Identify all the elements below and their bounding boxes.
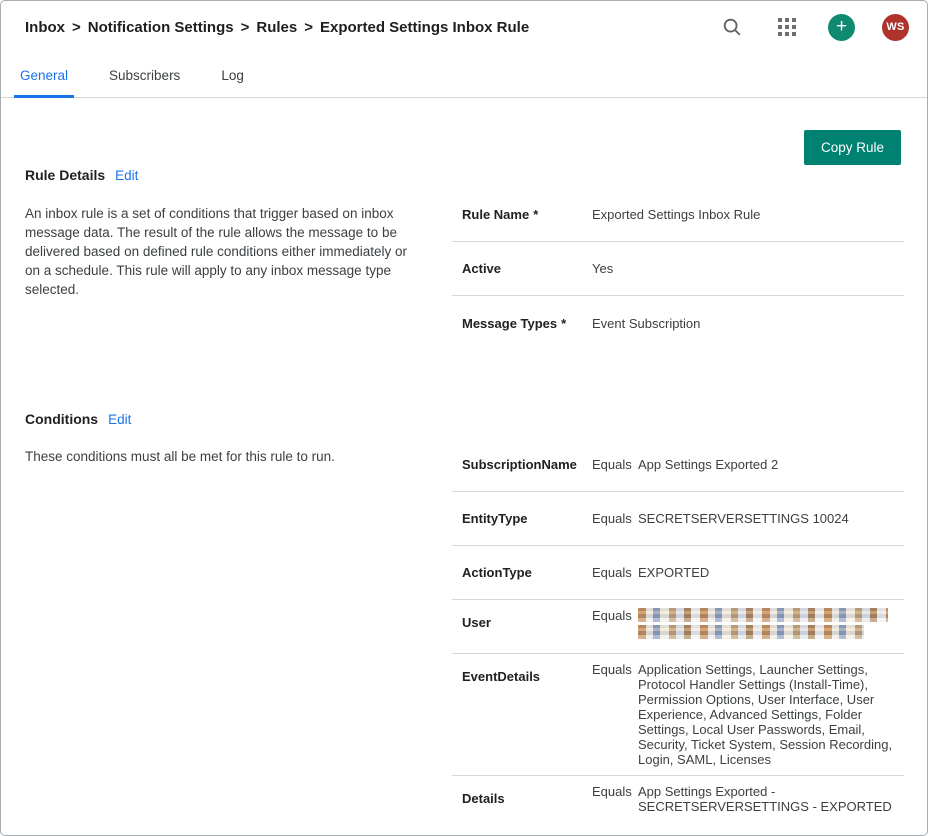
left-column: Rule Details Edit An inbox rule is a set… <box>1 98 429 836</box>
conditions-edit-link[interactable]: Edit <box>108 412 131 427</box>
breadcrumb-item-inbox[interactable]: Inbox <box>25 19 65 36</box>
condition-field: SubscriptionName <box>462 457 592 472</box>
condition-value: Application Settings, Launcher Settings,… <box>638 662 904 767</box>
field-value: Exported Settings Inbox Rule <box>592 206 904 223</box>
breadcrumb-separator: > <box>241 19 250 36</box>
redacted-pixelated-text <box>638 625 864 639</box>
condition-operator: Equals <box>592 784 638 799</box>
condition-field: EntityType <box>462 511 592 526</box>
rule-details-section-header: Rule Details Edit <box>25 167 421 183</box>
condition-row-user: User Equals <box>452 600 904 654</box>
field-row-rule-name: Rule Name* Exported Settings Inbox Rule <box>452 188 904 242</box>
tab-bar: General Subscribers Log <box>1 53 927 98</box>
field-label: Active <box>462 261 592 276</box>
condition-value: App Settings Exported 2 <box>638 457 904 472</box>
redacted-pixelated-text <box>638 608 888 622</box>
condition-operator: Equals <box>592 608 638 623</box>
condition-row-eventdetails: EventDetails Equals Application Settings… <box>452 654 904 776</box>
breadcrumb-item-current-rule: Exported Settings Inbox Rule <box>320 19 529 36</box>
condition-operator: Equals <box>592 662 638 677</box>
breadcrumb-separator: > <box>72 19 81 36</box>
breadcrumb-item-rules[interactable]: Rules <box>256 19 297 36</box>
required-marker: * <box>561 316 566 331</box>
condition-field: Details <box>462 784 592 806</box>
page-content: Copy Rule Rule Details Edit An inbox rul… <box>1 98 927 836</box>
top-header: Inbox > Notification Settings > Rules > Export… <box>1 1 927 53</box>
field-row-message-types: Message Types* Event Subscription <box>452 296 904 350</box>
condition-value: EXPORTED <box>638 565 904 580</box>
breadcrumb-item-notification-settings[interactable]: Notification Settings <box>88 19 234 36</box>
field-label: Message Types* <box>462 316 592 331</box>
condition-row-details: Details Equals App Settings Exported - S… <box>452 776 904 830</box>
rule-details-edit-link[interactable]: Edit <box>115 168 138 183</box>
condition-row-actiontype: ActionType Equals EXPORTED <box>452 546 904 600</box>
conditions-section-header: Conditions Edit <box>25 411 421 427</box>
search-icon[interactable] <box>718 13 746 41</box>
conditions-title: Conditions <box>25 411 98 427</box>
condition-field: ActionType <box>462 565 592 580</box>
field-value: Yes <box>592 260 904 277</box>
tab-subscribers[interactable]: Subscribers <box>103 53 186 97</box>
add-button[interactable]: + <box>828 14 855 41</box>
conditions-rows: SubscriptionName Equals App Settings Exp… <box>452 438 904 830</box>
copy-rule-button[interactable]: Copy Rule <box>804 130 901 165</box>
condition-operator: Equals <box>592 565 638 580</box>
header-actions: + WS <box>718 13 909 41</box>
field-value: Event Subscription <box>592 315 904 332</box>
rule-details-title: Rule Details <box>25 167 105 183</box>
rule-details-description: An inbox rule is a set of conditions tha… <box>25 204 421 299</box>
condition-operator: Equals <box>592 511 638 526</box>
tab-general[interactable]: General <box>14 53 74 97</box>
rule-details-fields: Rule Name* Exported Settings Inbox Rule … <box>452 188 904 350</box>
condition-field: User <box>462 608 592 630</box>
apps-grid-icon[interactable] <box>773 13 801 41</box>
breadcrumb-separator: > <box>304 19 313 36</box>
right-column: Rule Name* Exported Settings Inbox Rule … <box>452 98 904 836</box>
tab-log[interactable]: Log <box>215 53 250 97</box>
condition-row-subscriptionname: SubscriptionName Equals App Settings Exp… <box>452 438 904 492</box>
user-avatar[interactable]: WS <box>882 14 909 41</box>
breadcrumb: Inbox > Notification Settings > Rules > Export… <box>25 19 529 36</box>
app-window: Inbox > Notification Settings > Rules > Export… <box>0 0 928 836</box>
condition-operator: Equals <box>592 457 638 472</box>
condition-value: App Settings Exported - SECRETSERVERSETT… <box>638 784 904 814</box>
field-row-active: Active Yes <box>452 242 904 296</box>
condition-value-redacted <box>638 608 904 639</box>
conditions-description: These conditions must all be met for thi… <box>25 447 421 466</box>
field-label: Rule Name* <box>462 207 592 222</box>
condition-row-entitytype: EntityType Equals SECRETSERVERSETTINGS 1… <box>452 492 904 546</box>
condition-field: EventDetails <box>462 662 592 684</box>
required-marker: * <box>533 207 538 222</box>
condition-value: SECRETSERVERSETTINGS 10024 <box>638 511 904 526</box>
